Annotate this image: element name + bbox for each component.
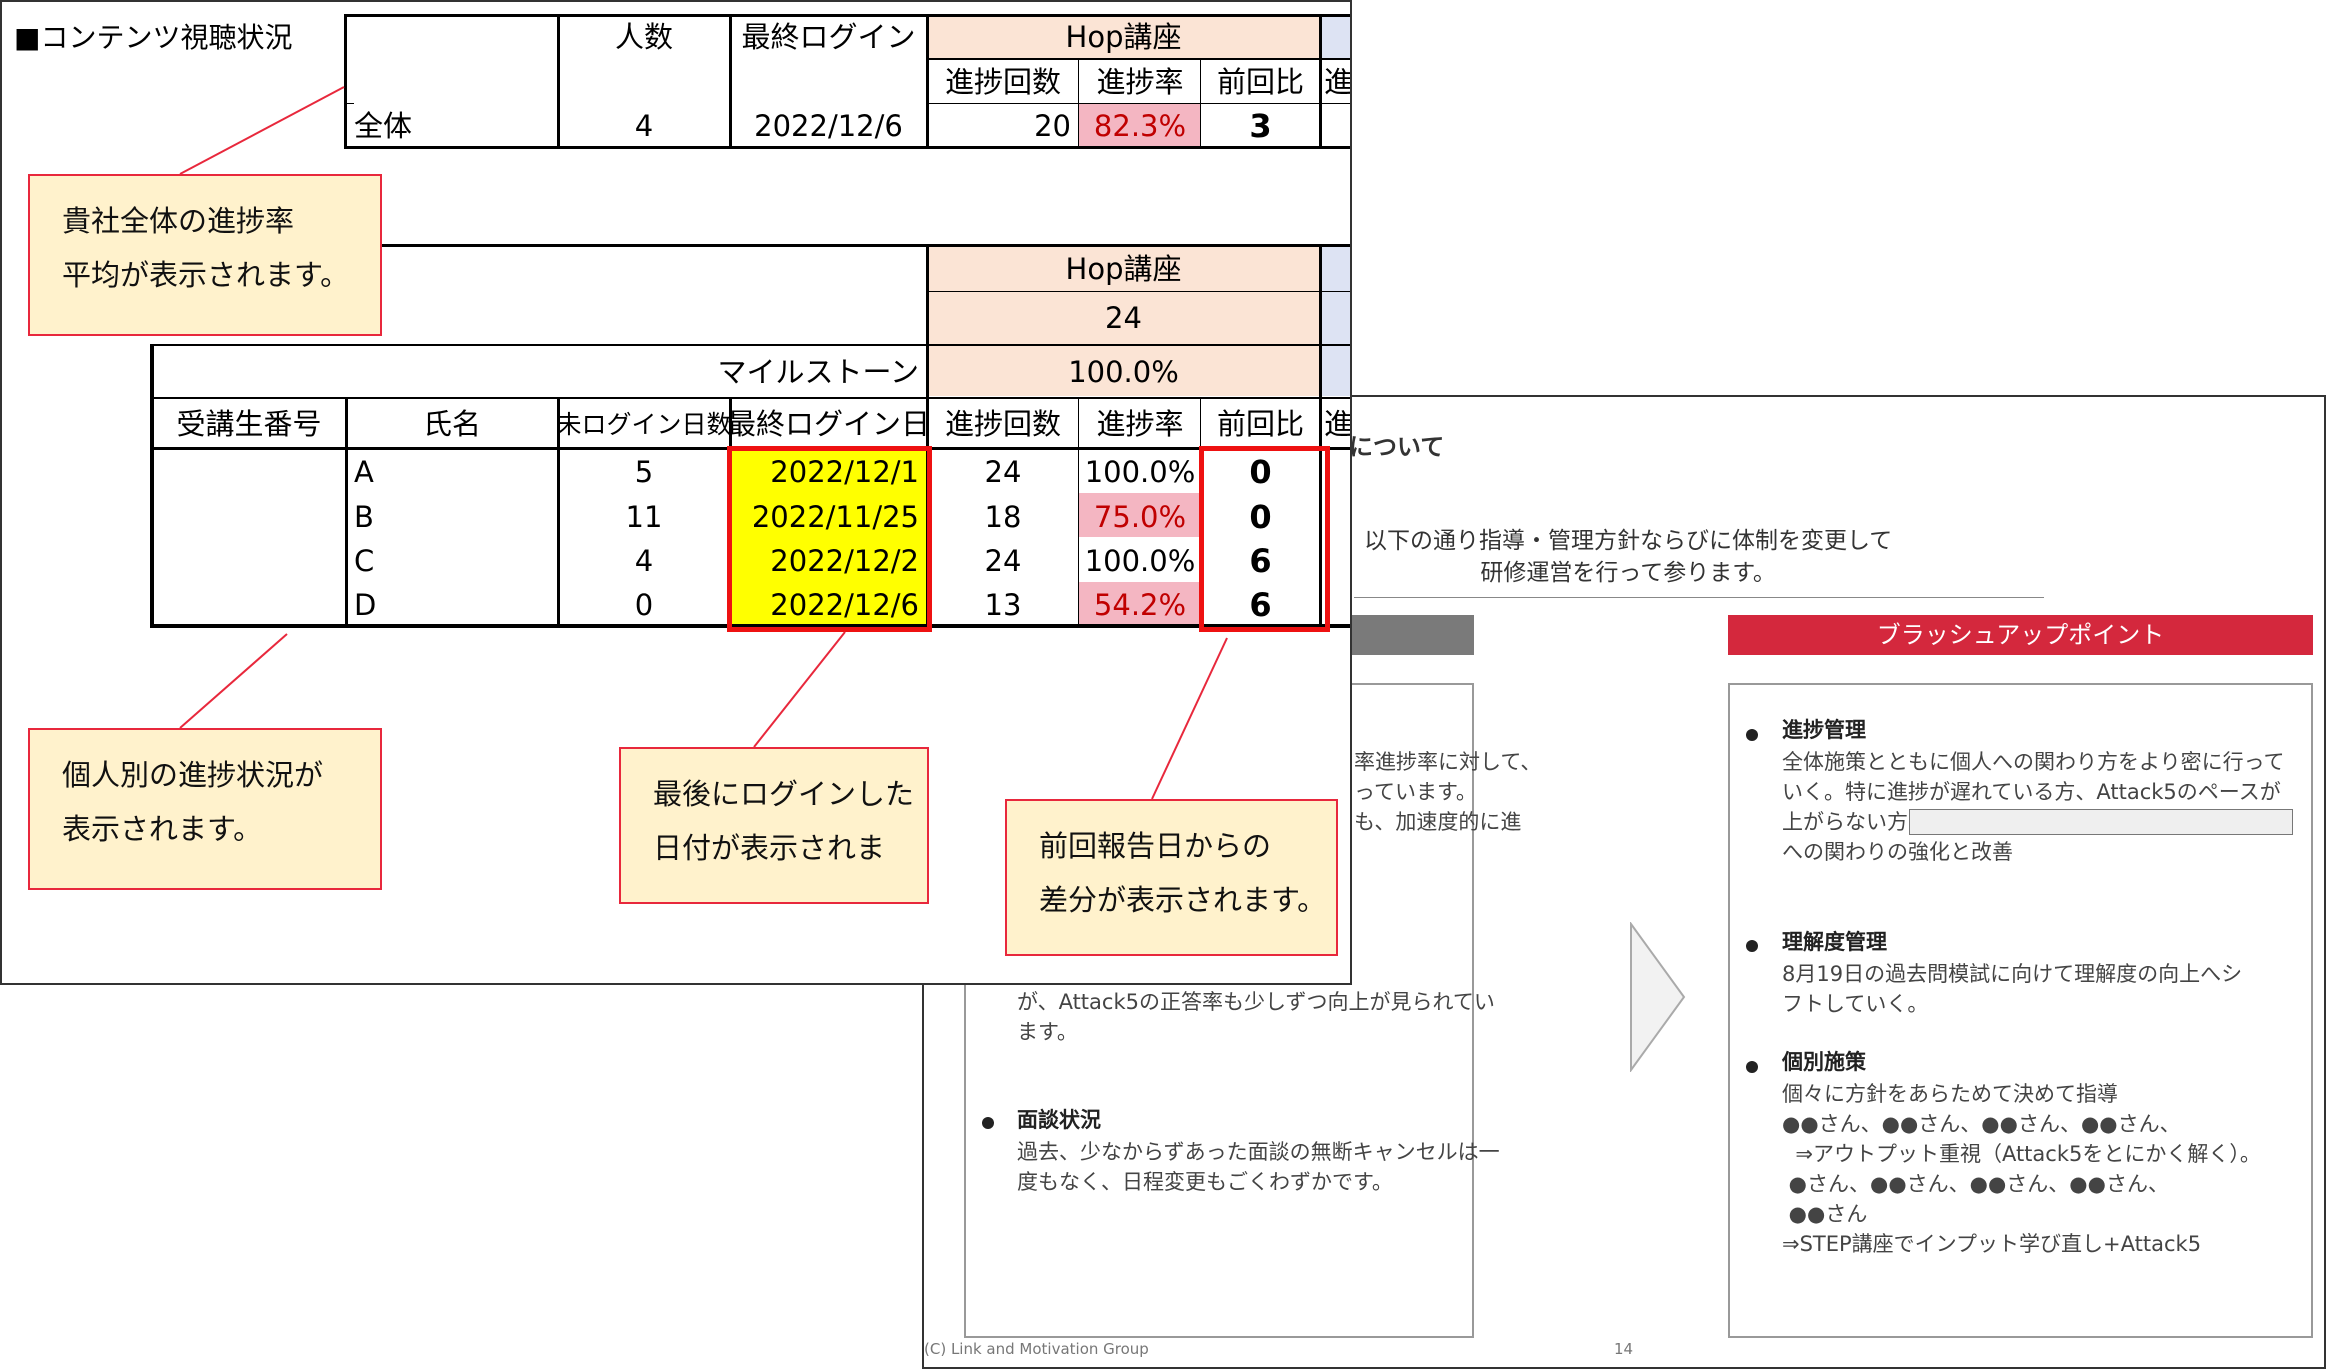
left-fragment-1: 率進捗率に対して、 <box>1354 750 1542 774</box>
right-item-2-text: 8月19日の過去問模試に向けて理解度の向上へシ フトしていく。 <box>1782 962 2243 1016</box>
left-item-2-text: 過去、少なからずあった面談の無断キャンセルは一 度もなく、日程変更もごくわずかで… <box>1017 1140 1500 1194</box>
right-item-3-text: 個々に方針をあらためて決めて指導 ●●さん、●●さん、●●さん、●●さん、 ⇒ア… <box>1782 1082 2261 1256</box>
slide-page-number: 14 <box>1614 1340 1634 1358</box>
bullet-icon <box>1746 1061 1758 1073</box>
right-item-1-heading: 進捗管理 <box>1782 718 1866 742</box>
spreadsheet-panel: ■コンテンツ視聴状況 人数 最終ログイン Hop講座 進捗回数 進捗率 前回比 … <box>0 0 1352 985</box>
callout-line: 差分が表示されます。 <box>1039 883 1327 917</box>
left-fragment-3: も、加速度的に進 <box>1354 810 1522 834</box>
slide-intro: 以下の通り指導・管理方針ならびに体制を変更して 研修運営を行って参ります。 <box>1364 528 1893 586</box>
callout-line: 前回報告日からの <box>1039 829 1272 863</box>
chevron-right-icon <box>1630 922 1686 1072</box>
bullet-icon <box>982 1117 994 1129</box>
slide-footer-copyright: (C) Link and Motivation Group <box>924 1340 1149 1358</box>
right-item-3-heading: 個別施策 <box>1782 1050 1866 1074</box>
callout-individual: 個人別の進捗状況が 表示されます。 <box>28 728 382 890</box>
callout-diff: 前回報告日からの 差分が表示されます。 <box>1005 799 1338 956</box>
callout-line: 平均が表示されます。 <box>62 258 350 292</box>
bullet-icon <box>1746 729 1758 741</box>
callout-line: 最後にログインした <box>653 777 915 811</box>
left-header-bar <box>1349 615 1474 655</box>
left-item-2-heading: 面談状況 <box>1017 1108 1101 1132</box>
callout-line: 貴社全体の進捗率 <box>62 204 295 238</box>
right-item-2-heading: 理解度管理 <box>1782 930 1887 954</box>
callout-line: 表示されます。 <box>62 812 263 846</box>
right-item-1-text: 全体施策とともに個人への関わり方をより密に行って いく。特に進捗が遅れている方、… <box>1782 750 2285 864</box>
left-fragment-2: っています。 <box>1354 780 1477 804</box>
callout-overall: 貴社全体の進捗率 平均が表示されます。 <box>28 174 382 336</box>
slide-divider <box>1354 597 2044 598</box>
callout-last-login: 最後にログインした 日付が表示されま <box>619 747 929 904</box>
redacted-field <box>1909 809 2293 835</box>
slide-title: について <box>1349 433 1445 461</box>
callout-line: 個人別の進捗状況が <box>62 758 324 792</box>
callout-line: 日付が表示されま <box>653 831 886 865</box>
bullet-icon <box>1746 940 1758 952</box>
right-header-bar: ブラッシュアップポイント <box>1728 615 2313 655</box>
